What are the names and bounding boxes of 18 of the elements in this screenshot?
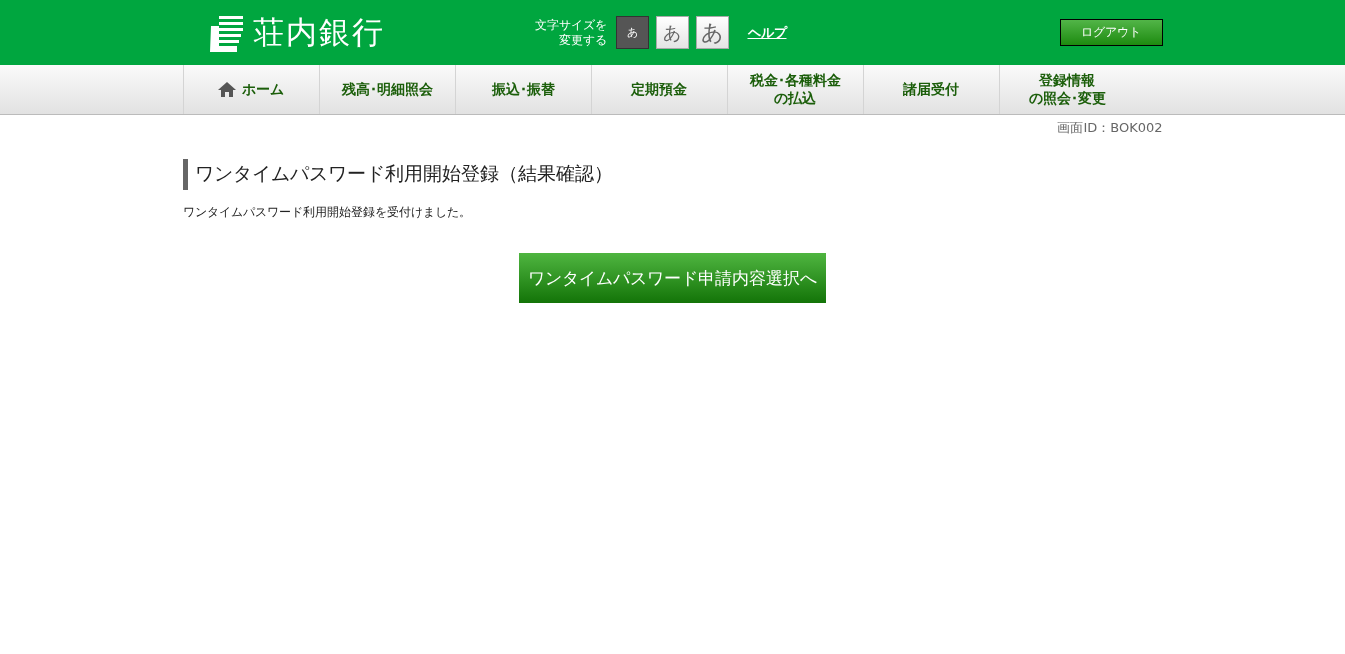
nav-tab[interactable]: 登録情報 の照会･変更 [998,65,1135,114]
home-icon [218,82,236,97]
result-message: ワンタイムパスワード利用開始登録を受付けました。 [182,204,472,221]
page-title: ワンタイムパスワード利用開始登録（結果確認） [182,159,1163,190]
nav-tab[interactable]: 諸届受付 [862,65,999,114]
font-size-label: 変更する [558,32,607,47]
font-size-button[interactable]: あ [695,16,729,49]
font-size-button[interactable]: あ [615,16,649,49]
nav-tab[interactable]: ホーム [182,65,319,114]
bank-name: 荘内銀行 [252,12,385,52]
font-size-label: 文字サイズを [534,18,607,33]
font-size-button[interactable]: あ [655,16,689,49]
screen-id: 画面ID：BOK002 [1056,119,1163,137]
nav-tab[interactable]: 振込･振替 [454,65,591,114]
nav-tab[interactable]: 定期預金 [590,65,727,114]
nav-tab[interactable]: 残高･明細照会 [318,65,455,114]
nav-tab[interactable]: 税金･各種料金 の払込 [726,65,863,114]
action-button[interactable]: ワンタイムパスワード申請内容選択へ [519,253,826,303]
